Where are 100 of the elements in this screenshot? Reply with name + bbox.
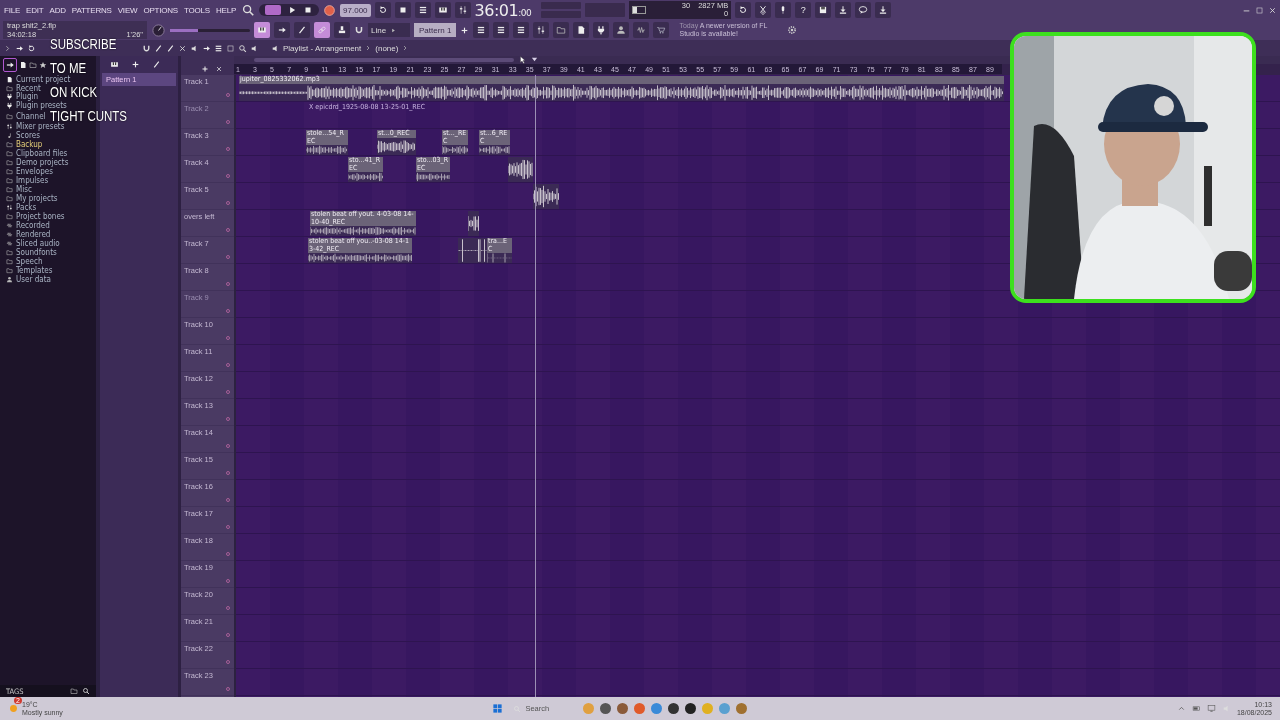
mute-icon[interactable] [190, 43, 199, 53]
help-button[interactable]: ? [795, 2, 812, 18]
browser-item[interactable]: Recent [6, 84, 41, 92]
toolbar-button[interactable] [513, 22, 530, 38]
toggle-button[interactable] [254, 22, 270, 38]
plus-icon[interactable] [131, 60, 140, 69]
browser-item[interactable]: Envelopes [6, 167, 53, 176]
snap-dropdown[interactable]: Line [368, 23, 410, 37]
tempo-field[interactable]: 97.000 [340, 3, 371, 17]
menu-item[interactable]: TOOLS [183, 5, 211, 15]
back-icon[interactable] [27, 43, 36, 53]
browser-item[interactable]: Clipboard files [6, 149, 68, 158]
toolbar-button[interactable] [775, 2, 792, 18]
toolbar-button[interactable] [875, 2, 892, 18]
toggle-button[interactable] [334, 22, 350, 38]
stop-icon[interactable] [303, 5, 314, 15]
toolbar-button[interactable] [573, 22, 590, 38]
toggle-button[interactable] [294, 22, 310, 38]
toolbar-button[interactable] [593, 22, 610, 38]
tray-chevron-icon[interactable] [1176, 704, 1186, 713]
pattern-selector[interactable]: Pattern 1 [414, 23, 457, 37]
folder-icon[interactable] [29, 60, 37, 69]
browser-item[interactable]: Plugin presets [6, 101, 67, 110]
scrollbar-thumb[interactable] [254, 58, 514, 62]
menu-item[interactable]: HELP [215, 5, 238, 15]
settings-icon[interactable] [787, 25, 798, 35]
speaker-icon[interactable] [250, 43, 259, 53]
browser-item[interactable]: Impulses [6, 176, 49, 185]
maximize-icon[interactable] [1255, 5, 1264, 15]
app-icon[interactable] [668, 703, 680, 714]
toolbar-button[interactable] [394, 2, 411, 18]
star-icon[interactable] [39, 60, 47, 69]
arrow-icon [277, 25, 287, 35]
magnet-icon[interactable] [142, 43, 151, 53]
close-icon[interactable] [1268, 5, 1277, 15]
pattern-name[interactable]: (none) [375, 43, 399, 53]
audio-clip[interactable] [533, 184, 559, 209]
toolbar-button[interactable] [493, 22, 510, 38]
browser-item[interactable]: Misc [6, 185, 32, 194]
toolbar-button[interactable] [755, 2, 772, 18]
browser-item[interactable]: Project bones [6, 212, 65, 221]
brush-icon[interactable] [152, 60, 161, 69]
add-track-icon[interactable] [201, 65, 209, 73]
piano-icon[interactable] [110, 60, 119, 69]
browser-item[interactable]: Demo projects [6, 158, 69, 167]
browser-item[interactable]: Backup [6, 140, 43, 149]
browser-item[interactable]: Recorded [6, 221, 50, 230]
toolbar-button[interactable] [835, 2, 852, 18]
browser-item[interactable]: Mixer presets [6, 122, 65, 131]
browser-item[interactable]: Packs [6, 203, 37, 212]
document-icon[interactable] [19, 60, 27, 69]
folder-icon[interactable] [70, 687, 78, 695]
toolbar-button[interactable] [735, 2, 752, 18]
browser-item[interactable]: Speech [6, 257, 43, 266]
toolbar-button[interactable] [414, 2, 431, 18]
close-icon[interactable] [215, 65, 223, 73]
audio-clip[interactable] [474, 238, 487, 263]
audio-clip[interactable] [468, 211, 479, 236]
master-slider[interactable] [170, 28, 250, 32]
battery-icon[interactable] [1191, 704, 1201, 713]
browser-item[interactable]: Channel [6, 110, 46, 122]
delete-icon[interactable] [178, 43, 187, 53]
toolbar-button[interactable] [454, 2, 471, 18]
toolbar-button[interactable] [855, 2, 872, 18]
browser-item[interactable]: Templates [6, 266, 53, 275]
toggle-button[interactable] [314, 22, 330, 38]
record-icon[interactable] [323, 3, 337, 17]
menu-item[interactable]: ADD [48, 5, 67, 15]
add-pattern-icon[interactable] [460, 25, 470, 35]
toolbar-button[interactable] [473, 22, 490, 38]
search-icon[interactable] [241, 3, 256, 17]
browser-item[interactable]: Current project [6, 75, 71, 84]
toolbar-button[interactable] [533, 22, 550, 38]
audio-clip[interactable] [458, 238, 474, 263]
menu-item[interactable]: VIEW [116, 5, 139, 15]
menu-item[interactable]: OPTIONS [142, 5, 179, 15]
download-icon [878, 5, 889, 15]
browser-item[interactable]: Sliced audio [6, 239, 60, 248]
toolbar-button[interactable] [815, 2, 832, 18]
search-icon[interactable] [238, 43, 247, 53]
menu-item[interactable]: PATTERNS [70, 5, 113, 15]
toolbar-button[interactable] [374, 2, 391, 18]
browser-item[interactable]: My projects [6, 194, 58, 203]
menu-item[interactable]: EDIT [25, 5, 45, 15]
audio-clip[interactable] [508, 157, 533, 182]
app-icon[interactable] [685, 703, 697, 714]
volume-knob-icon[interactable] [151, 22, 166, 38]
toggle-button[interactable] [274, 22, 290, 38]
browser-item[interactable]: User data [6, 275, 51, 284]
browser-item[interactable]: Plugin [6, 92, 39, 101]
toolbar-button[interactable] [434, 2, 451, 18]
browser-item[interactable]: Scores [6, 131, 40, 140]
browser-item[interactable]: Rendered [6, 230, 51, 239]
toolbar-button[interactable] [613, 22, 630, 38]
start-icon[interactable] [492, 703, 504, 714]
menu-item[interactable]: FILE [3, 5, 22, 15]
mode-toggle[interactable] [265, 5, 282, 15]
search-icon[interactable] [82, 687, 90, 695]
browser-item[interactable]: Soundfonts [6, 248, 57, 257]
app-icon[interactable] [600, 703, 612, 714]
